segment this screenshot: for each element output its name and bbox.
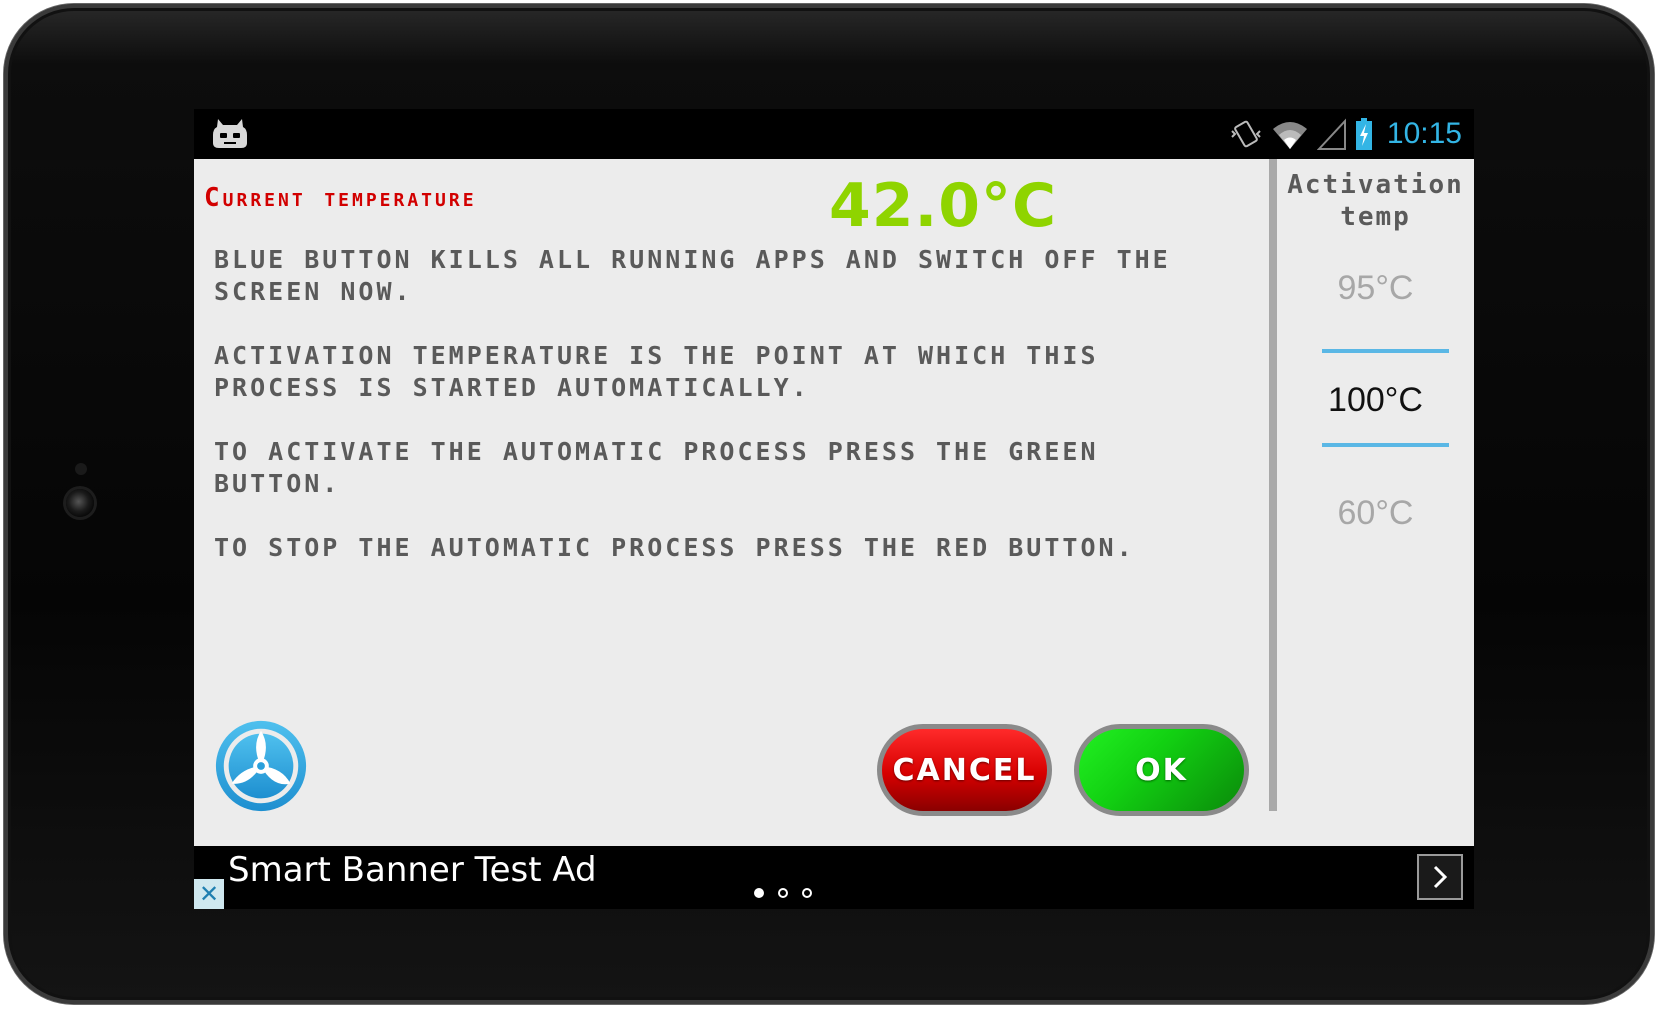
screen: 10:15 Current temperature 42.0°C Blue bu… <box>194 109 1474 909</box>
ad-next-button[interactable] <box>1417 854 1463 900</box>
picker-selection-line-bottom <box>1322 443 1449 447</box>
cancel-button[interactable]: CANCEL <box>877 724 1052 816</box>
instruction-paragraph: To activate the automatic process press … <box>214 437 1099 498</box>
ok-button[interactable]: OK <box>1074 724 1249 816</box>
tablet-frame: 10:15 Current temperature 42.0°C Blue bu… <box>4 4 1654 1004</box>
activation-temp-title: Activation temp <box>1287 170 1464 232</box>
picker-option-below[interactable]: 60°C <box>1277 494 1474 533</box>
signal-icon <box>1316 118 1346 150</box>
instruction-paragraph: Activation temperature is the point at w… <box>214 341 1099 402</box>
main-panel: Current temperature 42.0°C Blue button k… <box>194 159 1474 846</box>
status-time: 10:15 <box>1386 117 1462 150</box>
status-icons: 10:15 <box>1229 115 1462 153</box>
ad-page-dot-active <box>754 888 764 898</box>
wifi-icon <box>1272 122 1307 149</box>
vertical-divider <box>1269 159 1277 811</box>
activation-temp-picker[interactable]: Activation temp 95°C 100°C 60°C <box>1277 159 1474 846</box>
picker-option-above[interactable]: 95°C <box>1277 269 1474 308</box>
instructions-text: Blue button kills all running apps and s… <box>214 244 1234 596</box>
current-temperature-label: Current temperature <box>204 183 477 213</box>
instruction-paragraph: To stop the automatic process press the … <box>214 533 1135 562</box>
picker-option-selected[interactable]: 100°C <box>1277 381 1474 420</box>
ad-text[interactable]: Smart Banner Test Ad <box>228 850 597 890</box>
fan-kill-button-icon[interactable] <box>212 717 310 815</box>
battery-charging-icon <box>1355 118 1372 150</box>
current-temperature-value: 42.0°C <box>829 171 1058 241</box>
vibrate-icon <box>1231 120 1261 148</box>
picker-selection-line-top <box>1322 349 1449 353</box>
instruction-paragraph: Blue button kills all running apps and s… <box>214 245 1171 306</box>
front-camera <box>66 489 94 517</box>
cyanogen-mod-icon <box>213 119 247 148</box>
ad-page-indicator <box>754 888 812 898</box>
front-sensor <box>75 463 87 475</box>
chevron-right-icon <box>1433 865 1448 889</box>
ad-close-icon[interactable]: ✕ <box>194 879 224 909</box>
ad-banner[interactable]: ✕ Smart Banner Test Ad <box>194 846 1474 909</box>
status-bar: 10:15 <box>194 109 1474 159</box>
ad-page-dot <box>778 888 788 898</box>
ad-page-dot <box>802 888 812 898</box>
